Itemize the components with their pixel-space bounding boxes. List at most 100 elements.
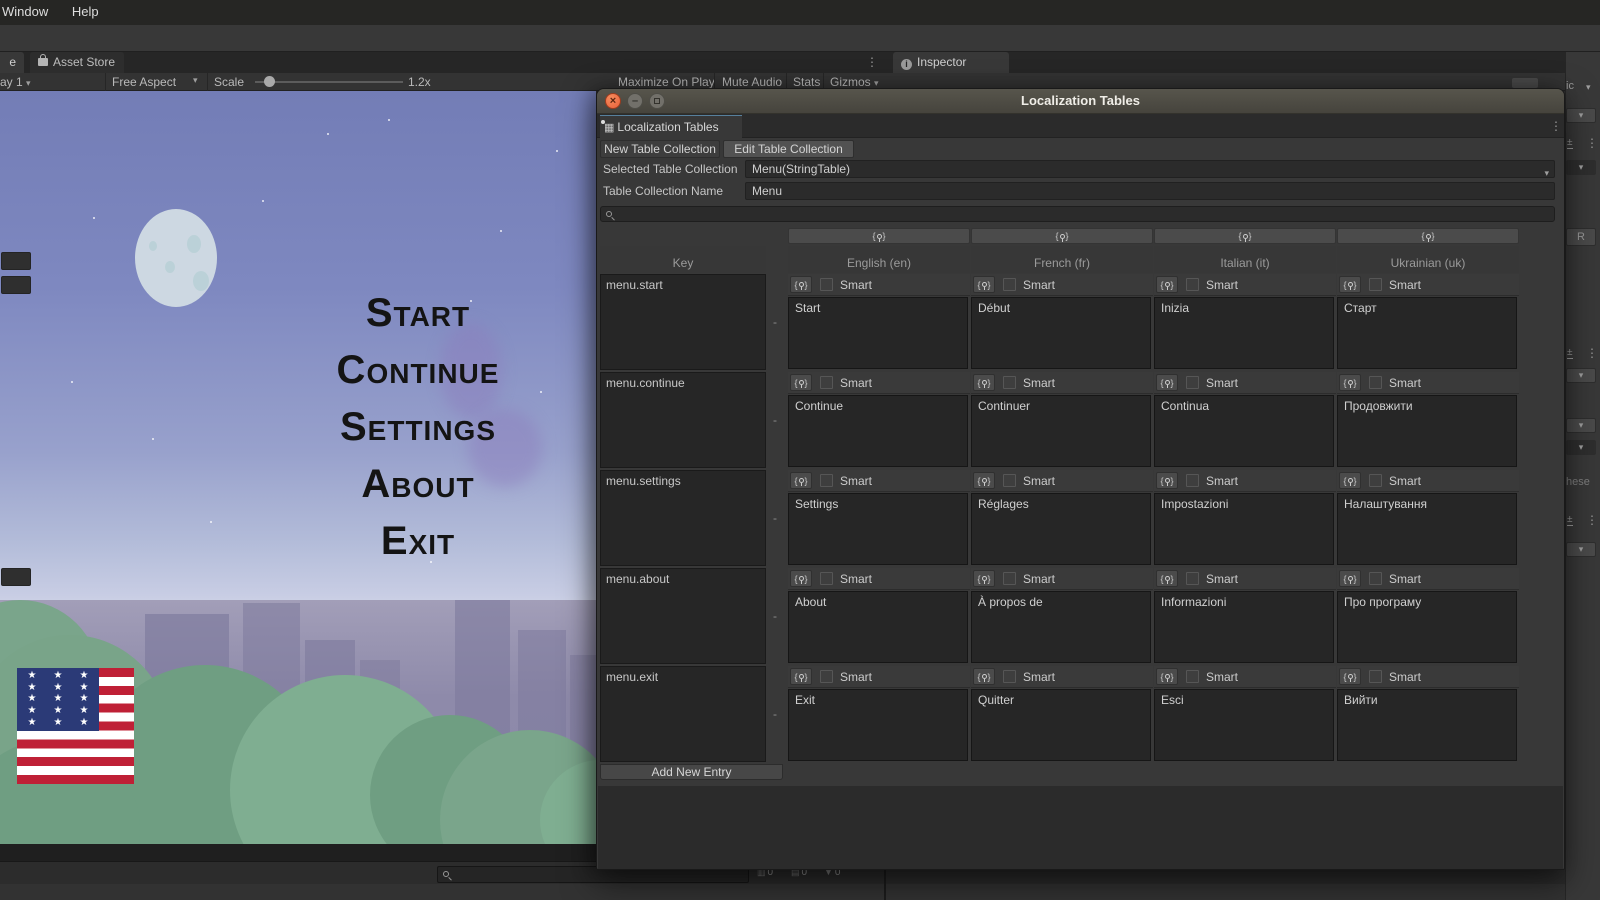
smart-checkbox[interactable]: [1003, 474, 1016, 487]
column-settings-button[interactable]: {}: [788, 228, 970, 244]
window-minimize-button[interactable]: –: [627, 93, 643, 109]
inspector-dropdown[interactable]: ▾: [1566, 160, 1596, 175]
smart-checkbox[interactable]: [1186, 670, 1199, 683]
smart-checkbox[interactable]: [820, 670, 833, 683]
entry-metadata-button[interactable]: {}: [790, 374, 812, 391]
maximize-on-play-toggle[interactable]: Maximize On Play: [618, 75, 715, 89]
presets-icon[interactable]: ±: [1567, 347, 1573, 359]
inspector-dropdown[interactable]: ▾: [1566, 108, 1596, 123]
game-menu-item[interactable]: Settings: [240, 399, 596, 456]
kebab-icon[interactable]: ⋮: [1586, 346, 1598, 360]
window-close-button[interactable]: ×: [605, 93, 621, 109]
key-cell[interactable]: menu.settings: [600, 470, 766, 566]
entry-metadata-button[interactable]: {}: [1156, 570, 1178, 587]
entry-metadata-button[interactable]: {}: [1339, 668, 1361, 685]
translation-text-field[interactable]: Settings: [788, 493, 968, 565]
translation-text-field[interactable]: Informazioni: [1154, 591, 1334, 663]
language-column-header[interactable]: Ukrainian (uk): [1337, 246, 1519, 273]
row-drag-handle[interactable]: -: [766, 274, 784, 370]
column-settings-button[interactable]: {}: [1337, 228, 1519, 244]
entry-metadata-button[interactable]: {}: [790, 276, 812, 293]
smart-checkbox[interactable]: [820, 474, 833, 487]
inspector-dropdown[interactable]: ▾: [1566, 368, 1596, 383]
smart-checkbox[interactable]: [1003, 670, 1016, 683]
kebab-icon[interactable]: ⋮: [1586, 136, 1598, 150]
entry-metadata-button[interactable]: {}: [973, 668, 995, 685]
translation-text-field[interactable]: Start: [788, 297, 968, 369]
row-drag-handle[interactable]: -: [766, 470, 784, 566]
smart-checkbox[interactable]: [1003, 376, 1016, 389]
entry-metadata-button[interactable]: {}: [1156, 276, 1178, 293]
menu-window[interactable]: Window: [0, 0, 58, 23]
translation-text-field[interactable]: Inizia: [1154, 297, 1334, 369]
game-panel-kebab-icon[interactable]: ⋮: [866, 55, 878, 69]
smart-checkbox[interactable]: [1369, 670, 1382, 683]
smart-checkbox[interactable]: [1003, 278, 1016, 291]
entry-metadata-button[interactable]: {}: [1339, 472, 1361, 489]
mute-audio-toggle[interactable]: Mute Audio: [722, 75, 782, 89]
entry-metadata-button[interactable]: {}: [973, 374, 995, 391]
entry-metadata-button[interactable]: {}: [1156, 472, 1178, 489]
scale-slider[interactable]: [255, 81, 403, 83]
entry-metadata-button[interactable]: {}: [1156, 668, 1178, 685]
translation-text-field[interactable]: Exit: [788, 689, 968, 761]
column-settings-button[interactable]: {}: [1154, 228, 1336, 244]
smart-checkbox[interactable]: [1186, 572, 1199, 585]
translation-text-field[interactable]: Налаштування: [1337, 493, 1517, 565]
smart-checkbox[interactable]: [1003, 572, 1016, 585]
table-collection-name-input[interactable]: Menu: [745, 182, 1555, 200]
translation-text-field[interactable]: Impostazioni: [1154, 493, 1334, 565]
entry-metadata-button[interactable]: {}: [1339, 374, 1361, 391]
key-cell[interactable]: menu.start: [600, 274, 766, 370]
row-drag-handle[interactable]: -: [766, 372, 784, 468]
entry-metadata-button[interactable]: {}: [973, 276, 995, 293]
translation-text-field[interactable]: Старт: [1337, 297, 1517, 369]
smart-checkbox[interactable]: [1369, 376, 1382, 389]
game-menu-item[interactable]: About: [240, 456, 596, 513]
smart-checkbox[interactable]: [820, 376, 833, 389]
table-search-input[interactable]: [600, 206, 1555, 222]
window-maximize-button[interactable]: [649, 93, 665, 109]
tab-localization-tables[interactable]: ▦Localization Tables: [600, 115, 742, 138]
entry-metadata-button[interactable]: {}: [790, 668, 812, 685]
presets-icon[interactable]: ±: [1567, 137, 1573, 149]
translation-text-field[interactable]: À propos de: [971, 591, 1151, 663]
smart-checkbox[interactable]: [1369, 572, 1382, 585]
smart-checkbox[interactable]: [1186, 278, 1199, 291]
entry-metadata-button[interactable]: {}: [790, 570, 812, 587]
r-button[interactable]: R: [1566, 228, 1596, 246]
window-titlebar[interactable]: × – Localization Tables: [597, 89, 1564, 114]
add-new-entry-button[interactable]: Add New Entry: [600, 764, 783, 780]
entry-metadata-button[interactable]: {}: [790, 472, 812, 489]
smart-checkbox[interactable]: [1186, 474, 1199, 487]
translation-text-field[interactable]: Continue: [788, 395, 968, 467]
entry-metadata-button[interactable]: {}: [973, 570, 995, 587]
translation-text-field[interactable]: Вийти: [1337, 689, 1517, 761]
row-drag-handle[interactable]: -: [766, 666, 784, 762]
presets-icon[interactable]: ±: [1567, 514, 1573, 526]
tab-inspector[interactable]: iInspector: [893, 52, 1009, 73]
smart-checkbox[interactable]: [820, 572, 833, 585]
game-menu-item[interactable]: Start: [240, 285, 596, 342]
inspector-dropdown[interactable]: ▾: [1566, 418, 1596, 433]
key-cell[interactable]: menu.continue: [600, 372, 766, 468]
translation-text-field[interactable]: About: [788, 591, 968, 663]
scale-slider-handle[interactable]: [264, 76, 275, 87]
language-column-header[interactable]: English (en): [788, 246, 970, 273]
menu-help[interactable]: Help: [62, 0, 109, 23]
translation-text-field[interactable]: Continuer: [971, 395, 1151, 467]
translation-text-field[interactable]: Esci: [1154, 689, 1334, 761]
language-column-header[interactable]: Italian (it): [1154, 246, 1336, 273]
tab-game[interactable]: e: [0, 52, 24, 73]
column-settings-button[interactable]: {}: [971, 228, 1153, 244]
inspector-dropdown[interactable]: ▾: [1566, 440, 1596, 455]
smart-checkbox[interactable]: [1369, 474, 1382, 487]
entry-metadata-button[interactable]: {}: [1339, 570, 1361, 587]
static-dropdown-fragment[interactable]: ic: [1566, 80, 1574, 92]
inspector-dropdown[interactable]: ▾: [1566, 542, 1596, 557]
entry-metadata-button[interactable]: {}: [1339, 276, 1361, 293]
entry-metadata-button[interactable]: {}: [973, 472, 995, 489]
translation-text-field[interactable]: Quitter: [971, 689, 1151, 761]
translation-text-field[interactable]: Début: [971, 297, 1151, 369]
row-drag-handle[interactable]: -: [766, 568, 784, 664]
